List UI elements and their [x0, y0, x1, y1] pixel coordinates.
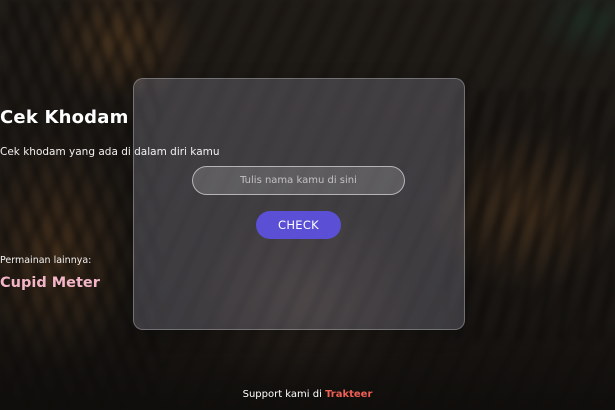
- footer: Support kami di Trakteer: [0, 389, 615, 400]
- cupid-meter-container: Cupid Meter: [0, 275, 615, 291]
- cupid-meter-link[interactable]: Cupid Meter: [0, 275, 100, 291]
- name-input[interactable]: [192, 166, 405, 195]
- subtitle: Cek khodam yang ada di dalam diri kamu: [0, 146, 220, 158]
- page-title: Cek Khodam: [0, 107, 129, 128]
- other-games-label: Permainan lainnya:: [0, 255, 92, 266]
- check-button[interactable]: CHECK: [256, 211, 341, 239]
- footer-text: Support kami di: [242, 389, 326, 400]
- trakteer-link[interactable]: Trakteer: [325, 389, 372, 400]
